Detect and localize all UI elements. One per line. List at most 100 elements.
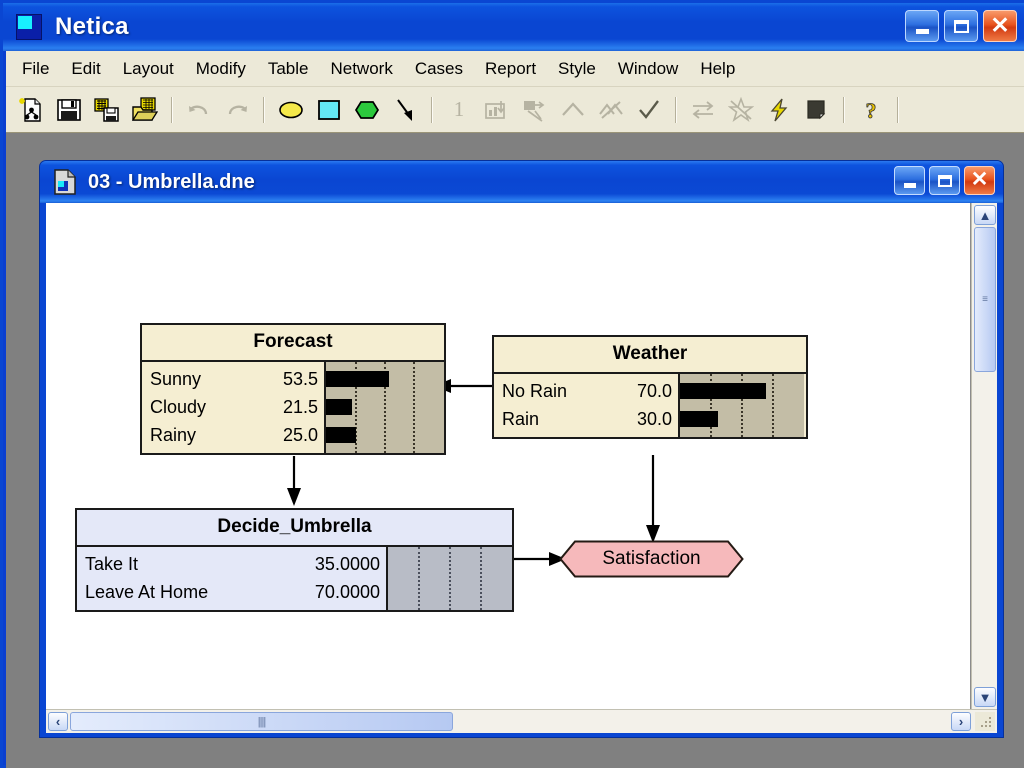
one-icon-label: 1 bbox=[453, 97, 465, 121]
scroll-right-button[interactable]: › bbox=[951, 712, 971, 731]
bar-sunny bbox=[326, 371, 389, 387]
bar-slot bbox=[388, 578, 512, 606]
state-label: Cloudy bbox=[150, 397, 207, 417]
node-weather-state-row: No Rain 70.0 bbox=[494, 377, 678, 405]
bar-slot bbox=[326, 421, 444, 449]
node-forecast-state-row: Cloudy 21.5 bbox=[142, 393, 324, 421]
menu-help[interactable]: Help bbox=[689, 56, 746, 82]
document-window: 03 - Umbrella.dne ✕ Forecast Sunny 53.5 … bbox=[39, 160, 1004, 738]
node-forecast[interactable]: Forecast Sunny 53.5 Cloudy 21.5 Rainy 25… bbox=[140, 323, 446, 455]
fill-icon[interactable] bbox=[800, 93, 834, 127]
close-button[interactable]: ✕ bbox=[983, 10, 1017, 42]
doc-close-button[interactable]: ✕ bbox=[964, 166, 995, 195]
state-value: 30.0 bbox=[636, 409, 672, 429]
new-network-icon[interactable] bbox=[14, 93, 48, 127]
menu-window[interactable]: Window bbox=[607, 56, 689, 82]
scroll-left-button[interactable]: ‹ bbox=[48, 712, 68, 731]
document-body: Forecast Sunny 53.5 Cloudy 21.5 Rainy 25… bbox=[46, 203, 997, 733]
minimize-button[interactable] bbox=[905, 10, 939, 42]
menu-edit[interactable]: Edit bbox=[60, 56, 111, 82]
scroll-thumb-grip: ≡ bbox=[982, 293, 988, 305]
undo-icon[interactable] bbox=[182, 93, 216, 127]
toolbar-separator-5 bbox=[843, 96, 845, 123]
toolbar-separator-3 bbox=[431, 96, 433, 123]
menu-table[interactable]: Table bbox=[257, 56, 320, 82]
state-value: 25.0 bbox=[282, 425, 318, 445]
toolbar-separator-2 bbox=[263, 96, 265, 123]
node-decide-umbrella[interactable]: Decide_Umbrella Take It 35.0000 Leave At… bbox=[75, 508, 514, 612]
state-value: 35.0000 bbox=[314, 554, 380, 574]
document-icon bbox=[54, 169, 76, 195]
vertical-scroll-thumb[interactable]: ≡ bbox=[974, 227, 996, 372]
menu-modify[interactable]: Modify bbox=[185, 56, 257, 82]
bar-slot bbox=[680, 405, 804, 433]
node-weather[interactable]: Weather No Rain 70.0 Rain 30.0 bbox=[492, 335, 808, 439]
menu-report[interactable]: Report bbox=[474, 56, 547, 82]
check-icon[interactable] bbox=[632, 93, 666, 127]
doc-close-icon: ✕ bbox=[970, 168, 989, 191]
compile-icon[interactable] bbox=[480, 93, 514, 127]
node-satisfaction[interactable]: Satisfaction bbox=[559, 540, 744, 578]
menu-cases[interactable]: Cases bbox=[404, 56, 474, 82]
scroll-right-icon: › bbox=[958, 714, 964, 729]
menu-file[interactable]: File bbox=[11, 56, 60, 82]
network-canvas[interactable]: Forecast Sunny 53.5 Cloudy 21.5 Rainy 25… bbox=[46, 203, 971, 709]
node-forecast-state-row: Rainy 25.0 bbox=[142, 421, 324, 449]
save-icon[interactable] bbox=[52, 93, 86, 127]
decision-node-icon[interactable] bbox=[312, 93, 346, 127]
node-weather-title: Weather bbox=[494, 337, 806, 374]
swap-icon[interactable] bbox=[686, 93, 720, 127]
node-decide-umbrella-labels: Take It 35.0000 Leave At Home 70.0000 bbox=[77, 547, 386, 610]
node-satisfaction-title: Satisfaction bbox=[602, 548, 701, 569]
scroll-down-button[interactable]: ▼ bbox=[974, 687, 996, 707]
help-icon[interactable]: ? bbox=[854, 93, 888, 127]
menubar: File Edit Layout Modify Table Network Ca… bbox=[6, 51, 1024, 87]
state-value: 70.0000 bbox=[314, 582, 380, 602]
enter-finding-icon[interactable] bbox=[518, 93, 552, 127]
nature-node-icon[interactable] bbox=[274, 93, 308, 127]
node-forecast-labels: Sunny 53.5 Cloudy 21.5 Rainy 25.0 bbox=[142, 362, 324, 453]
node-weather-body: No Rain 70.0 Rain 30.0 bbox=[494, 374, 806, 437]
menu-layout[interactable]: Layout bbox=[112, 56, 185, 82]
toolbar-separator-1 bbox=[171, 96, 173, 123]
node-forecast-body: Sunny 53.5 Cloudy 21.5 Rainy 25.0 bbox=[142, 362, 444, 453]
open-icon[interactable] bbox=[128, 93, 162, 127]
maximize-button[interactable] bbox=[944, 10, 978, 42]
state-value: 53.5 bbox=[282, 369, 318, 389]
netica-application-window: Netica ✕ File Edit Layout Modify Table N… bbox=[0, 0, 1024, 768]
document-window-controls: ✕ bbox=[894, 166, 995, 195]
node-decide-umbrella-body: Take It 35.0000 Leave At Home 70.0000 bbox=[77, 547, 512, 610]
redo-icon[interactable] bbox=[220, 93, 254, 127]
node-weather-state-row: Rain 30.0 bbox=[494, 405, 678, 433]
menu-network[interactable]: Network bbox=[319, 56, 403, 82]
resize-grip[interactable] bbox=[975, 712, 995, 731]
scroll-up-button[interactable]: ▲ bbox=[974, 205, 996, 225]
one-icon[interactable]: 1 bbox=[442, 93, 476, 127]
horizontal-scrollbar[interactable]: ‹ |||| › bbox=[46, 709, 997, 733]
toolbar: 1 ? bbox=[6, 87, 1024, 133]
bar-no-rain bbox=[680, 383, 766, 399]
retract-all-icon[interactable] bbox=[594, 93, 628, 127]
save-as-icon[interactable] bbox=[90, 93, 124, 127]
lightning-icon[interactable] bbox=[762, 93, 796, 127]
horizontal-scroll-thumb[interactable]: |||| bbox=[70, 712, 453, 731]
state-label: Rainy bbox=[150, 425, 197, 445]
bar-slot bbox=[680, 377, 804, 405]
doc-maximize-button[interactable] bbox=[929, 166, 960, 195]
bar-cloudy bbox=[326, 399, 352, 415]
node-weather-labels: No Rain 70.0 Rain 30.0 bbox=[494, 374, 678, 437]
bar-slot bbox=[326, 393, 444, 421]
menu-style[interactable]: Style bbox=[547, 56, 607, 82]
star-burst-icon[interactable] bbox=[724, 93, 758, 127]
app-title: Netica bbox=[55, 13, 129, 40]
vertical-scrollbar[interactable]: ▲ ≡ ▼ bbox=[971, 203, 997, 709]
retract-icon[interactable] bbox=[556, 93, 590, 127]
network-links bbox=[287, 379, 660, 566]
state-label: Rain bbox=[502, 409, 540, 429]
utility-node-icon[interactable] bbox=[350, 93, 384, 127]
node-forecast-bars bbox=[324, 362, 444, 453]
node-weather-bars bbox=[678, 374, 804, 437]
bar-rainy bbox=[326, 427, 356, 443]
link-arrow-icon[interactable] bbox=[388, 93, 422, 127]
doc-minimize-button[interactable] bbox=[894, 166, 925, 195]
